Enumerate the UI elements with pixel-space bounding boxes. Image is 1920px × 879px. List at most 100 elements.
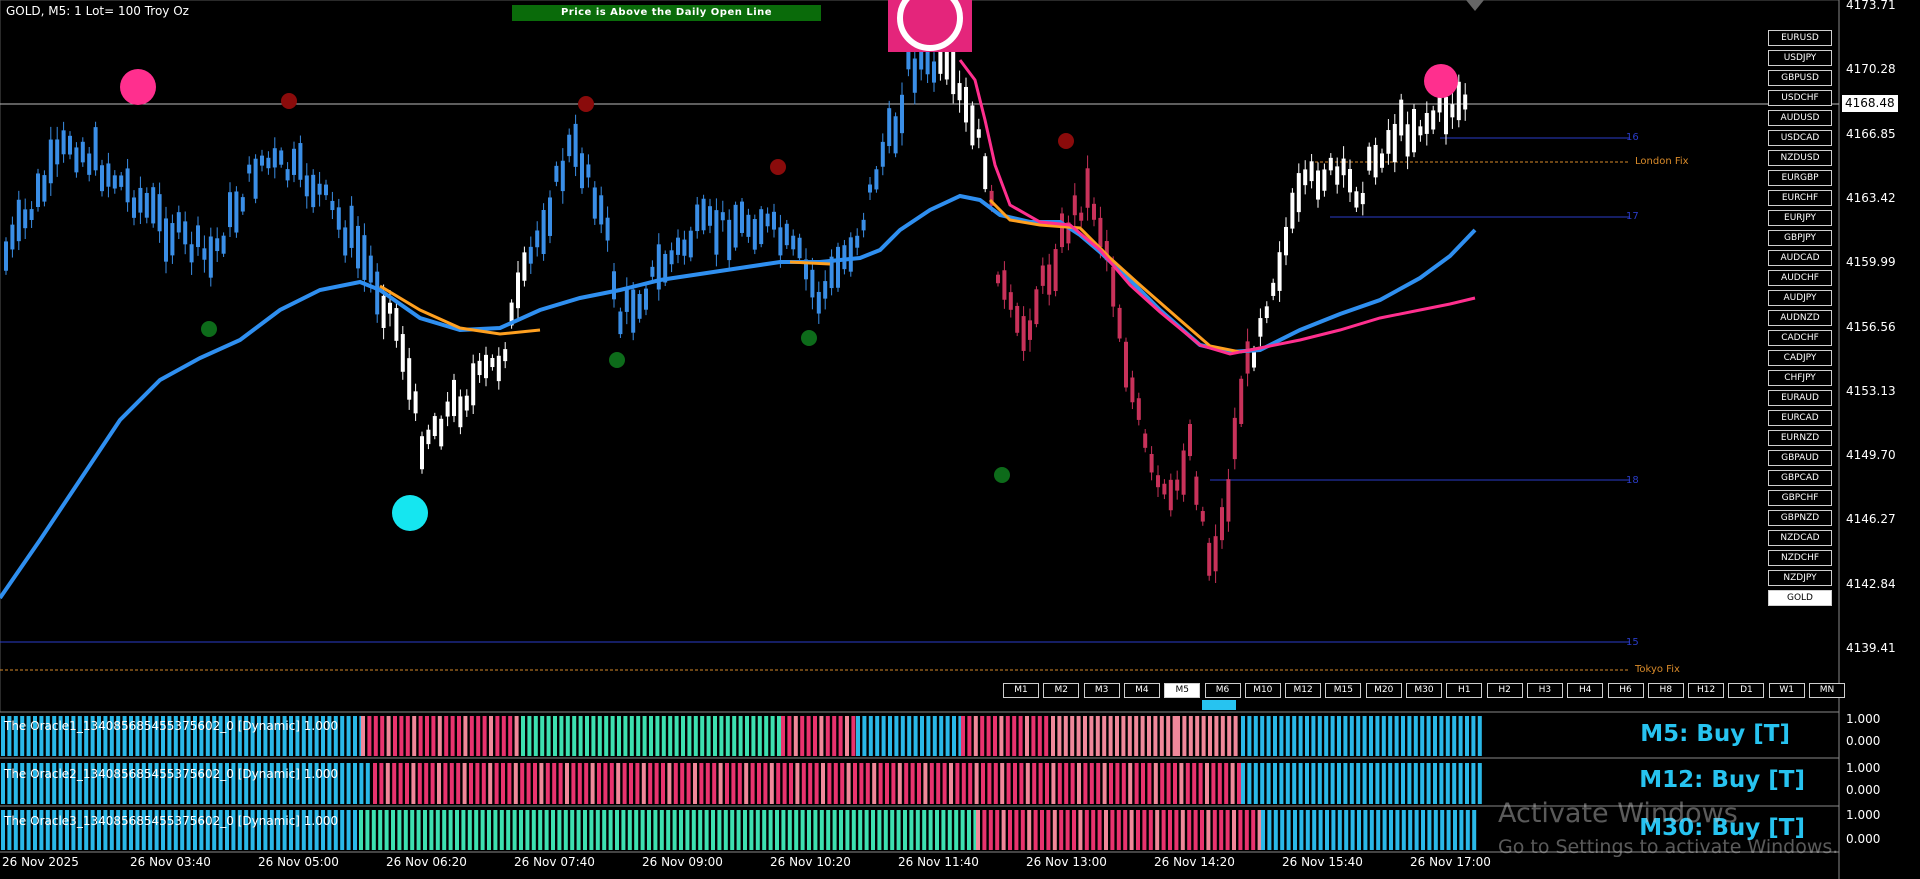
timeframe-button-m12[interactable]: M12: [1285, 683, 1322, 698]
timeframe-button-h3[interactable]: H3: [1526, 683, 1563, 698]
symbol-button-eurnzd[interactable]: EURNZD: [1768, 430, 1832, 446]
symbol-button-gbpaud[interactable]: GBPAUD: [1768, 450, 1832, 466]
symbol-button-cadjpy[interactable]: CADJPY: [1768, 350, 1832, 366]
timeframe-button-d1[interactable]: D1: [1728, 683, 1765, 698]
symbol-button-audcad[interactable]: AUDCAD: [1768, 250, 1832, 266]
symbol-button-gbpchf[interactable]: GBPCHF: [1768, 490, 1832, 506]
oracle-histogram-bar: [1076, 716, 1081, 756]
symbol-button-audusd[interactable]: AUDUSD: [1768, 110, 1832, 126]
oracle-histogram-bar: [1285, 763, 1290, 804]
symbol-button-eurusd[interactable]: EURUSD: [1768, 30, 1832, 46]
symbol-button-usdchf[interactable]: USDCHF: [1768, 90, 1832, 106]
timeframe-button-h6[interactable]: H6: [1607, 683, 1644, 698]
oracle-histogram-bar: [603, 763, 608, 804]
candle-body: [1034, 289, 1039, 325]
symbol-button-nzdcad[interactable]: NZDCAD: [1768, 530, 1832, 546]
oracle-histogram-bar: [1148, 810, 1153, 850]
candle-body: [151, 187, 156, 224]
symbol-button-chfjpy[interactable]: CHFJPY: [1768, 370, 1832, 386]
symbol-button-nzdchf[interactable]: NZDCHF: [1768, 550, 1832, 566]
oracle-histogram-bar: [725, 763, 729, 804]
symbol-button-audchf[interactable]: AUDCHF: [1768, 270, 1832, 286]
oracle-histogram-bar: [371, 810, 376, 850]
timeframe-button-mn[interactable]: MN: [1809, 683, 1845, 698]
symbol-button-audjpy[interactable]: AUDJPY: [1768, 290, 1832, 306]
timeframe-button-m10[interactable]: M10: [1244, 683, 1281, 698]
timeframe-button-m20[interactable]: M20: [1365, 683, 1402, 698]
oracle-histogram-bar: [699, 763, 704, 804]
symbol-button-nzdjpy[interactable]: NZDJPY: [1768, 570, 1832, 586]
symbol-button-eurcad[interactable]: EURCAD: [1768, 410, 1832, 426]
symbol-button-eurgbp[interactable]: EURGBP: [1768, 170, 1832, 186]
timeframe-button-m15[interactable]: M15: [1325, 683, 1362, 698]
oracle-histogram-bar: [1420, 716, 1425, 756]
oracle-histogram-bar: [1349, 763, 1354, 804]
candle-body: [970, 105, 975, 146]
candle-body: [439, 418, 444, 447]
oracle-histogram-bar: [1426, 716, 1431, 756]
oracle-histogram-bar: [700, 716, 705, 756]
timeframe-button-h1[interactable]: H1: [1446, 683, 1483, 698]
oracle-histogram-bar: [448, 810, 453, 850]
oracle-histogram-bar: [1369, 763, 1373, 804]
candle-body: [874, 169, 879, 190]
symbol-button-gold[interactable]: GOLD: [1768, 590, 1832, 606]
oracle-histogram-bar: [1091, 810, 1096, 850]
timeframe-button-h8[interactable]: H8: [1647, 683, 1684, 698]
oracle-histogram-bar: [713, 716, 717, 756]
oracle-histogram-bar: [602, 810, 607, 850]
timeframe-button-m30[interactable]: M30: [1406, 683, 1442, 698]
timeframe-button-m3[interactable]: M3: [1083, 683, 1120, 698]
oracle-histogram-bar: [813, 810, 818, 850]
symbol-button-gbpjpy[interactable]: GBPJPY: [1768, 230, 1832, 246]
oracle-histogram-bar: [450, 716, 455, 756]
timeframe-button-m5[interactable]: M5: [1164, 683, 1201, 698]
oracle-histogram-bar: [444, 716, 449, 756]
timeframe-button-h2[interactable]: H2: [1486, 683, 1523, 698]
oracle-histogram-bar: [782, 763, 787, 804]
candle-body: [61, 130, 66, 155]
candle-body: [938, 48, 943, 74]
time-tick: 26 Nov 06:20: [386, 855, 467, 869]
candle-body: [912, 58, 917, 93]
oracle-histogram-bar: [608, 810, 613, 850]
symbol-button-gbpnzd[interactable]: GBPNZD: [1768, 510, 1832, 526]
candle-body: [196, 225, 200, 248]
oracle-histogram-bar: [1337, 810, 1342, 850]
timeframe-button-w1[interactable]: W1: [1768, 683, 1805, 698]
symbol-button-usdjpy[interactable]: USDJPY: [1768, 50, 1832, 66]
timeframe-button-m6[interactable]: M6: [1204, 683, 1241, 698]
candle-body: [797, 237, 802, 259]
oracle-histogram-bar: [494, 763, 499, 804]
oracle-histogram-bar: [736, 810, 741, 850]
timeframe-button-m2[interactable]: M2: [1043, 683, 1080, 698]
symbol-button-euraud[interactable]: EURAUD: [1768, 390, 1832, 406]
timeframe-button-h4[interactable]: H4: [1567, 683, 1604, 698]
symbol-button-gbpcad[interactable]: GBPCAD: [1768, 470, 1832, 486]
timeframe-button-m1[interactable]: M1: [1003, 683, 1039, 698]
oracle-histogram-bar: [1230, 763, 1235, 804]
oracle-histogram-bar: [840, 763, 845, 804]
timeframe-button-h12[interactable]: H12: [1688, 683, 1725, 698]
oracle-histogram-bar: [1116, 810, 1121, 850]
timeframe-button-m4[interactable]: M4: [1123, 683, 1160, 698]
oracle-histogram-bar: [917, 763, 921, 804]
symbol-button-eurjpy[interactable]: EURJPY: [1768, 210, 1832, 226]
symbol-button-gbpusd[interactable]: GBPUSD: [1768, 70, 1832, 86]
oracle-histogram-bar: [858, 810, 863, 850]
symbol-button-eurchf[interactable]: EURCHF: [1768, 190, 1832, 206]
symbol-button-cadchf[interactable]: CADCHF: [1768, 330, 1832, 346]
symbol-button-nzdusd[interactable]: NZDUSD: [1768, 150, 1832, 166]
candle-body: [759, 209, 764, 245]
candle-body: [1386, 130, 1391, 154]
oracle-histogram-bar: [1311, 716, 1316, 756]
oracle-histogram-bar: [1166, 763, 1171, 804]
oracle-histogram-bar: [1439, 763, 1444, 804]
symbol-button-audnzd[interactable]: AUDNZD: [1768, 310, 1832, 326]
oracle-histogram-bar: [862, 716, 867, 756]
oracle-histogram-bar: [941, 810, 946, 850]
candle-body: [1072, 195, 1077, 216]
oracle-histogram-bar: [1324, 763, 1329, 804]
oracle-histogram-bar: [926, 716, 931, 756]
symbol-button-usdcad[interactable]: USDCAD: [1768, 130, 1832, 146]
